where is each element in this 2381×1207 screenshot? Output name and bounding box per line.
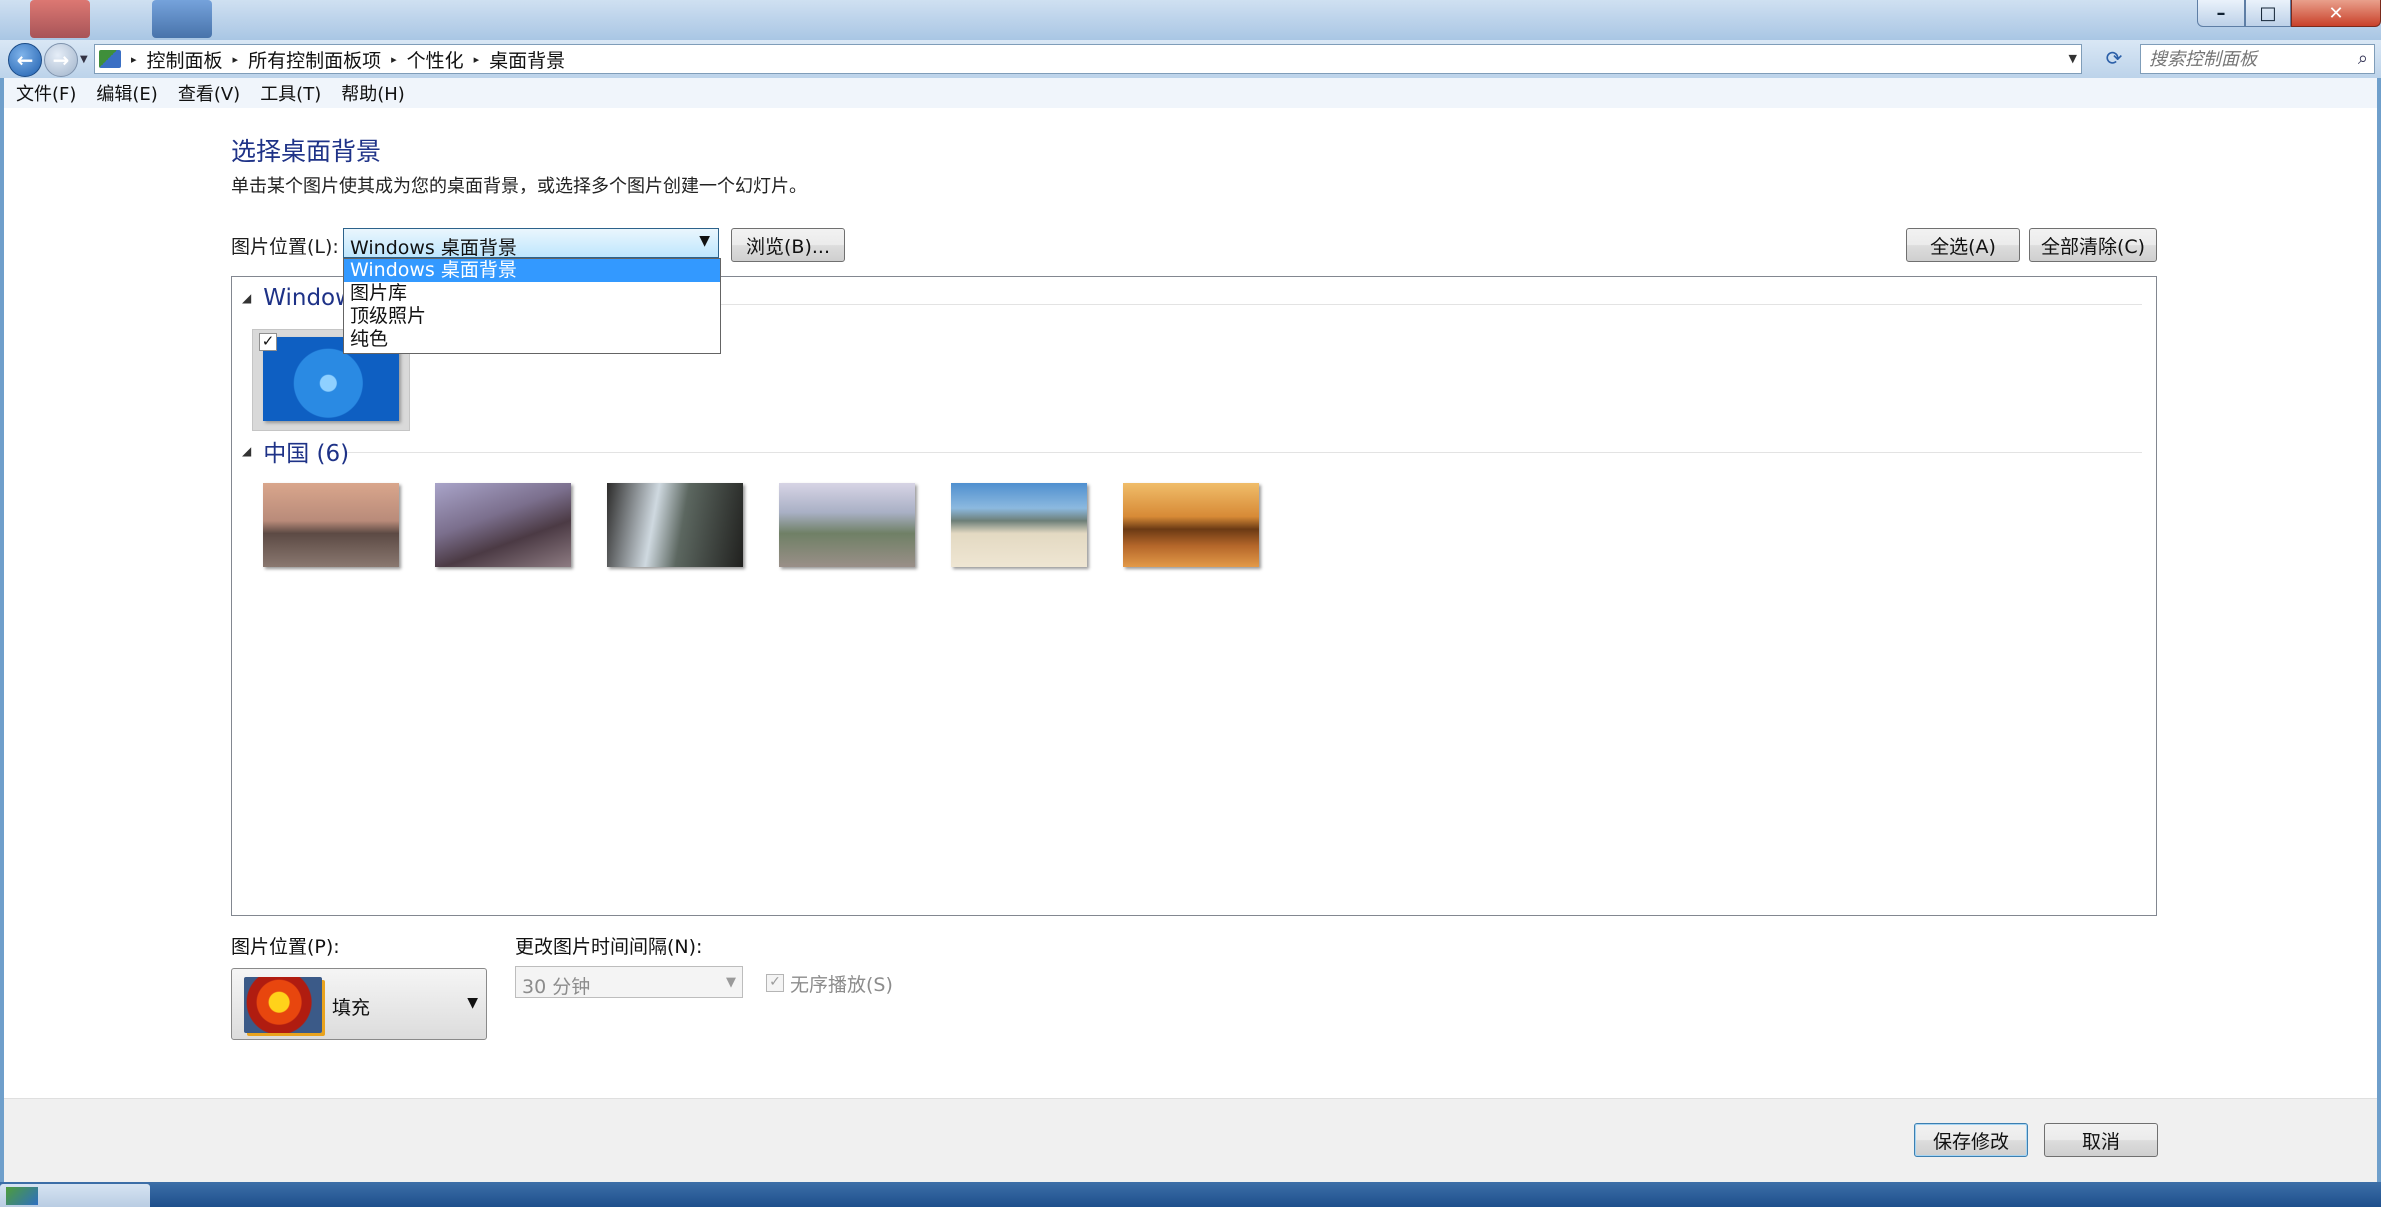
flower-fill-icon [244,977,322,1033]
menu-view[interactable]: 查看(V) [166,80,248,106]
taskbar [0,1182,2381,1207]
caption-buttons: – □ ✕ [2197,0,2381,28]
li-river-image [263,483,399,567]
picture-location-dropdown-list: Windows 桌面背景 图片库 顶级照片 纯色 [343,258,721,354]
breadcrumb-all-items[interactable]: 所有控制面板项 [248,46,381,73]
thumbnail-great-wall[interactable] [435,483,571,569]
thumbnail-beach-rocks[interactable] [951,483,1087,569]
search-input[interactable] [2147,47,2346,71]
breadcrumb-separator[interactable]: ▸ [474,53,480,66]
collapse-icon[interactable]: ◢ [242,444,251,458]
close-button[interactable]: ✕ [2291,0,2381,27]
search-icon[interactable]: ⌕ [2358,48,2368,69]
save-changes-button[interactable]: 保存修改 [1914,1123,2028,1157]
desktop-app-icon [30,0,90,38]
arrow-right-icon: → [52,48,70,72]
group-title-china: 中国 (6) [263,441,350,467]
arrow-left-icon: ← [16,48,34,72]
search-box[interactable]: ⌕ [2140,44,2375,74]
recent-pages-dropdown[interactable]: ▼ [80,54,88,65]
dropdown-option-windows[interactable]: Windows 桌面背景 [344,259,720,282]
breadcrumb-control-panel[interactable]: 控制面板 [147,46,223,73]
address-bar[interactable]: ▸ 控制面板 ▸ 所有控制面板项 ▸ 个性化 ▸ 桌面背景 ▼ [94,44,2082,74]
group-divider [347,452,2142,453]
refresh-button[interactable]: ⟳ [2100,46,2128,72]
clear-all-button[interactable]: 全部清除(C) [2029,228,2157,262]
dropdown-option-library[interactable]: 图片库 [344,282,720,305]
menu-bar: 文件(F) 编辑(E) 查看(V) 工具(T) 帮助(H) [4,78,2377,109]
group-header-china[interactable]: ◢ 中国 (6) [242,434,349,468]
wallpaper-gallery: ◢ Windows ✓ ◢ 中国 (6) [231,276,2157,916]
dropdown-option-solid-color[interactable]: 纯色 [344,328,720,351]
great-wall-image [435,483,571,567]
rice-terraces-image [779,483,915,567]
address-history-dropdown[interactable]: ▼ [2069,52,2077,65]
browse-button[interactable]: 浏览(B)... [731,228,845,262]
shuffle-checkbox[interactable]: ✓ [766,974,784,992]
thumbnail-seventeen-arch-bridge[interactable] [1123,483,1259,569]
thumbnail-huangshan[interactable] [607,483,743,569]
picture-location-label: 图片位置(L): [231,236,339,258]
select-all-button[interactable]: 全选(A) [1906,228,2020,262]
main-content: 选择桌面背景 单击某个图片使其成为您的桌面背景，或选择多个图片创建一个幻灯片。 … [4,108,2377,1191]
picture-position-value: 填充 [332,997,371,1019]
breadcrumb-personalization[interactable]: 个性化 [407,46,464,73]
picture-location-combo[interactable]: Windows 桌面背景 ▼ [343,228,719,259]
interval-value: 30 分钟 [522,976,591,998]
thumb-checkbox[interactable]: ✓ [259,333,277,351]
menu-edit[interactable]: 编辑(E) [84,80,165,106]
control-panel-icon [99,50,121,68]
breadcrumb-separator[interactable]: ▸ [233,53,239,66]
picture-position-picker[interactable]: 填充 ▼ [231,968,487,1040]
huangshan-image [607,483,743,567]
chevron-down-icon: ▼ [467,995,478,1011]
page-description: 单击某个图片使其成为您的桌面背景，或选择多个图片创建一个幻灯片。 [231,176,807,197]
breadcrumb-separator[interactable]: ▸ [131,53,137,66]
chevron-down-icon: ▼ [699,233,710,249]
menu-file[interactable]: 文件(F) [4,80,84,106]
seventeen-arch-bridge-image [1123,483,1259,567]
dialog-footer: 保存修改 取消 [4,1098,2377,1191]
thumbnail-li-river[interactable] [263,483,399,569]
chevron-down-icon: ▼ [726,975,736,990]
desktop-computer-icon [152,0,212,38]
navigation-bar: ← → ▼ ▸ 控制面板 ▸ 所有控制面板项 ▸ 个性化 ▸ 桌面背景 ▼ ⟳ … [0,40,2381,78]
interval-select[interactable]: 30 分钟 ▼ [515,966,743,998]
shuffle-label: 无序播放(S) [790,974,893,996]
breadcrumb-separator[interactable]: ▸ [391,53,397,66]
maximize-button[interactable]: □ [2245,0,2291,27]
menu-help[interactable]: 帮助(H) [329,80,413,106]
minimize-button[interactable]: – [2197,0,2245,27]
page-title: 选择桌面背景 [231,137,382,166]
back-button[interactable]: ← [8,43,42,77]
thumbnail-rice-terraces[interactable] [779,483,915,569]
taskbar-button[interactable] [0,1184,150,1207]
breadcrumb-desktop-background[interactable]: 桌面背景 [489,46,565,73]
menu-tools[interactable]: 工具(T) [248,80,329,106]
forward-button[interactable]: → [44,43,78,77]
dropdown-option-top-rated[interactable]: 顶级照片 [344,305,720,328]
picture-location-value: Windows 桌面背景 [350,237,517,259]
cancel-button[interactable]: 取消 [2044,1123,2158,1157]
title-bar: – □ ✕ [0,0,2381,40]
interval-label: 更改图片时间间隔(N): [515,936,703,958]
beach-rocks-image [951,483,1087,567]
collapse-icon[interactable]: ◢ [242,291,251,305]
start-app-icon [6,1187,38,1205]
picture-position-label: 图片位置(P): [231,936,340,958]
